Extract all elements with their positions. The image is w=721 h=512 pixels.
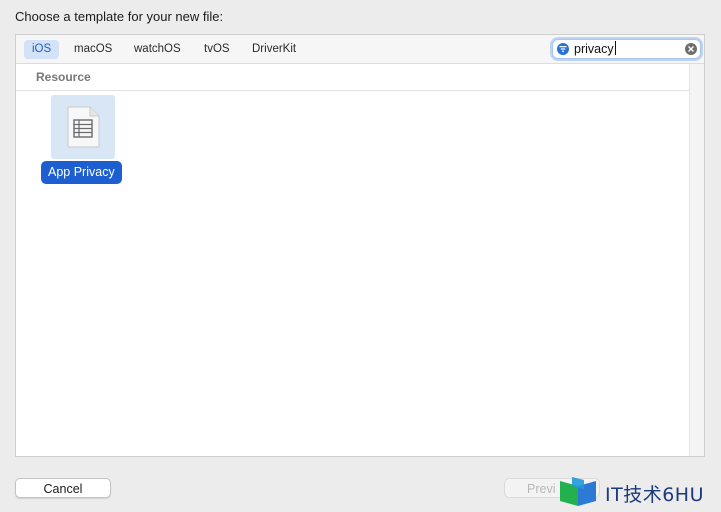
- watermark: IT技术6HU: [558, 474, 718, 508]
- template-grid: Resource App Privacy: [16, 64, 690, 456]
- template-app-privacy-tile[interactable]: [51, 95, 115, 159]
- tab-macos[interactable]: macOS: [66, 40, 120, 59]
- watermark-logo-icon: [560, 477, 596, 506]
- watermark-text: IT技术6HU: [605, 484, 704, 506]
- section-header-resource: Resource: [36, 70, 91, 84]
- document-table-icon: [67, 106, 100, 148]
- clear-icon[interactable]: [685, 43, 697, 55]
- search-value: privacy: [574, 42, 614, 56]
- filter-icon[interactable]: [557, 43, 569, 55]
- section-divider: [16, 90, 690, 91]
- tab-ios[interactable]: iOS: [24, 40, 60, 59]
- tab-watchos[interactable]: watchOS: [126, 40, 189, 59]
- new-file-template-dialog: Choose a template for your new file: iOS…: [0, 0, 721, 512]
- text-cursor: [614, 41, 616, 55]
- vertical-scrollbar[interactable]: [689, 64, 704, 456]
- tab-tvos[interactable]: tvOS: [196, 40, 238, 59]
- template-app-privacy-label[interactable]: App Privacy: [41, 161, 122, 184]
- template-chooser-panel: iOS macOS watchOS tvOS DriverKit privacy: [15, 34, 705, 457]
- search-input[interactable]: privacy: [574, 41, 616, 58]
- template-search-field[interactable]: privacy: [552, 39, 701, 59]
- platform-tab-bar: iOS macOS watchOS tvOS DriverKit privacy: [16, 35, 704, 64]
- tab-driverkit[interactable]: DriverKit: [244, 40, 304, 59]
- dialog-heading: Choose a template for your new file:: [15, 9, 224, 24]
- cancel-button[interactable]: Cancel: [15, 478, 111, 498]
